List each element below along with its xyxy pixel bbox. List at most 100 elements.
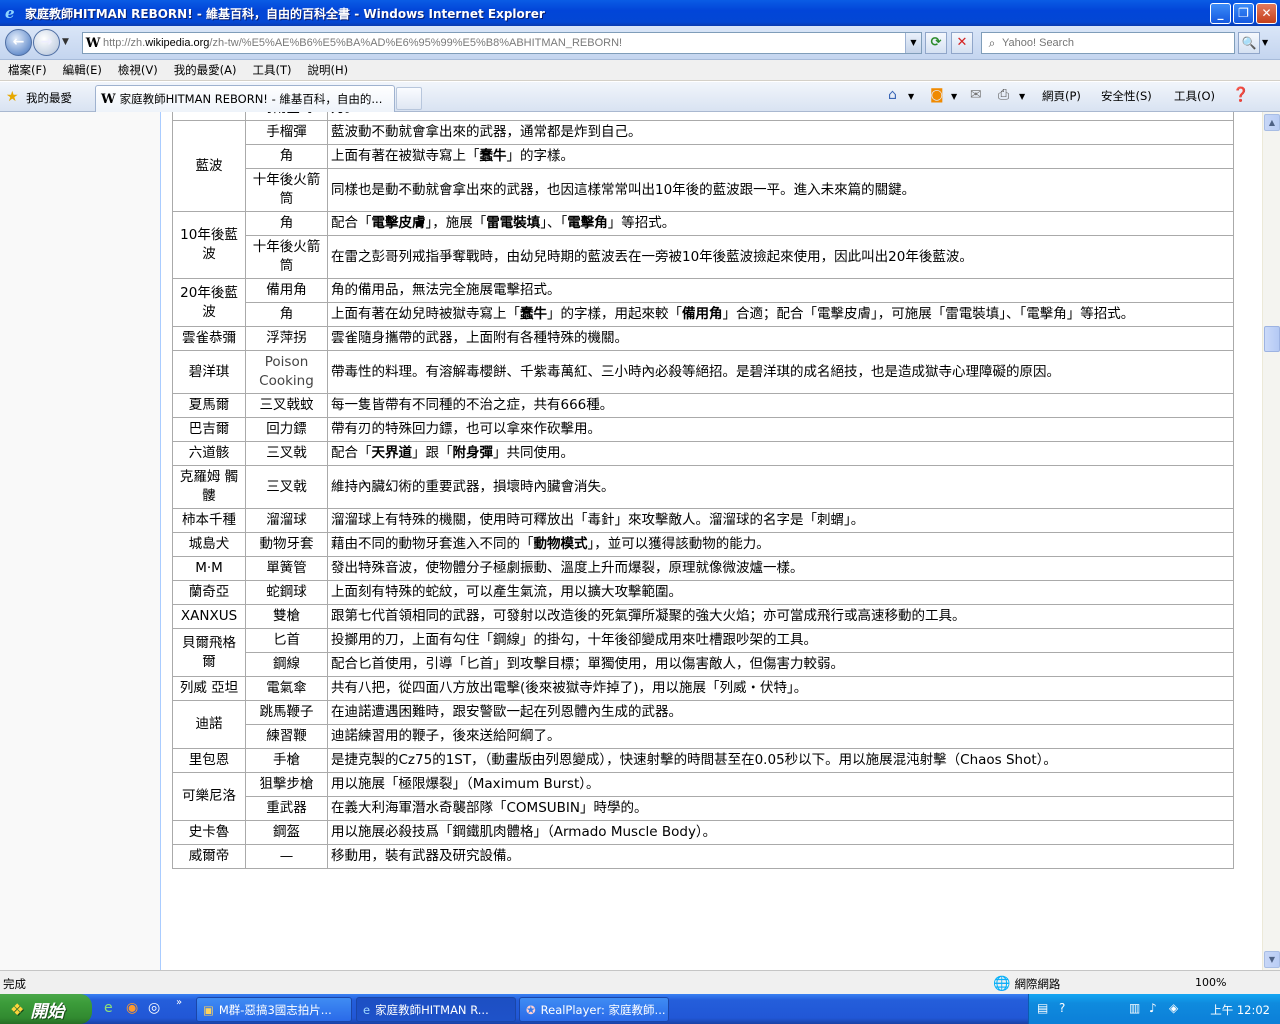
description-cell: 共有八把，從四面八方放出電擊(後來被獄寺炸掉了)，用以施展「列威・伏特」。 — [327, 676, 1234, 701]
desc-text: 」，施展「 — [425, 215, 487, 231]
character-cell: 柿本千種 — [172, 508, 246, 533]
description-cell: 上面刻有特殊的蛇紋，可以產生氣流，用以擴大攻擊範圍。 — [327, 580, 1234, 605]
menu-file[interactable]: 檔案(F) — [0, 62, 55, 78]
address-bar[interactable]: W http://zh.wikipedia.org/zh-tw/%E5%AE%B… — [82, 32, 922, 54]
search-options-icon[interactable]: ▼ — [1262, 38, 1268, 47]
menu-tools[interactable]: 工具(T) — [245, 62, 300, 78]
weapon-cell: 十年後火箭筒 — [245, 168, 328, 212]
menu-help[interactable]: 說明(H) — [300, 62, 357, 78]
scroll-up-button[interactable]: ▲ — [1264, 114, 1280, 131]
print-dropdown-icon[interactable]: ▼ — [1019, 92, 1025, 101]
taskbar-task-1[interactable]: ▣ M群-惡搞3國志拍片... — [196, 997, 352, 1022]
status-text: 完成 — [3, 977, 26, 991]
description-cell: 用以施展「極限爆裂」（Maximum Burst）。 — [327, 772, 1234, 797]
back-button[interactable]: ← — [5, 29, 32, 56]
desc-text: 」、「 — [540, 215, 568, 231]
close-button[interactable]: ✕ — [1256, 3, 1277, 24]
description-cell: 帶有刃的特殊回力鏢，也可以拿來作砍擊用。 — [327, 417, 1234, 442]
taskbar-task-2[interactable]: e 家庭教師HITMAN R... — [356, 997, 516, 1022]
vertical-scrollbar[interactable]: ▲ ▼ — [1262, 112, 1280, 970]
description-cell: 藍波動不動就會拿出來的武器，通常都是炸到自己。 — [327, 120, 1234, 145]
desc-text: 藉由不同的動物牙套進入不同的「 — [331, 536, 534, 552]
weapon-cell: 角 — [245, 211, 328, 236]
new-tab-button[interactable] — [396, 87, 422, 110]
description-cell: 投擲用的刀，上面有勾住「鋼線」的掛勾，十年後卻變成用來吐槽跟吵架的工具。 — [327, 628, 1234, 653]
scroll-thumb[interactable] — [1264, 326, 1280, 352]
home-dropdown-icon[interactable]: ▼ — [908, 92, 914, 101]
maximize-button[interactable]: ❐ — [1233, 3, 1254, 24]
weapon-cell: 角 — [245, 144, 328, 169]
table-row: 十年後火箭筒 在雷之彭哥列戒指爭奪戰時，由幼兒時期的藍波丟在一旁被10年後藍波撿起… — [173, 235, 1234, 279]
refresh-button[interactable]: ⟳ — [925, 32, 947, 54]
volume-tray-icon[interactable]: ♪ — [1149, 1001, 1157, 1015]
table-row: 鋼線 配合匕首使用，引導「匕首」到攻擊目標；單獨使用，用以傷害敵人，但傷害力較弱。 — [173, 652, 1234, 677]
security-zone[interactable]: 🌐 網際網路 — [993, 974, 1060, 993]
favorites-center-button[interactable]: 我的最愛 — [26, 90, 72, 106]
help-tray-icon[interactable]: ? — [1059, 1001, 1065, 1015]
scroll-down-button[interactable]: ▼ — [1264, 951, 1280, 968]
address-dropdown-icon[interactable]: ▼ — [905, 33, 921, 53]
search-button[interactable]: 🔍 — [1238, 32, 1260, 54]
safety-menu-button[interactable]: 安全性(S) — [1101, 88, 1152, 104]
search-input[interactable] — [1002, 37, 1222, 49]
wikipedia-favicon-icon: W — [85, 35, 101, 51]
feeds-icon[interactable]: ◙ — [930, 87, 944, 103]
address-toolbar: ← → ▼ W http://zh.wikipedia.org/zh-tw/%E… — [0, 26, 1280, 60]
weapon-cell: 手槍 — [245, 748, 328, 773]
quicklaunch-media-icon[interactable]: ◎ — [148, 1000, 160, 1016]
weapon-cell: — — [245, 844, 328, 869]
description-cell: 用以施展必殺技爲「鋼鐵肌肉體格」（Armado Muscle Body）。 — [327, 820, 1234, 845]
description-cell: 帶毒性的料理。有溶解毒櫻餅、千紫毒萬紅、三小時內必殺等絕招。是碧洋琪的成名絕技，… — [327, 350, 1234, 394]
zoom-level[interactable]: 100% — [1195, 976, 1226, 989]
page-viewport[interactable]: 時雨金時刀。藍波手榴彈藍波動不動就會拿出來的武器，通常都是炸到自己。角上面有著在… — [0, 112, 1262, 970]
desc-text: 配合「 — [331, 445, 372, 461]
character-cell: 10年後藍波 — [172, 211, 246, 279]
desc-text: 」共同使用。 — [493, 445, 574, 461]
character-cell: 威爾帝 — [172, 844, 246, 869]
weapon-cell: 手榴彈 — [245, 120, 328, 145]
favorites-star-icon[interactable]: ★ — [6, 89, 19, 105]
table-row: 十年後火箭筒 同樣也是動不動就會拿出來的武器，也因這樣常常叫出10年後的藍波跟一平… — [173, 168, 1234, 212]
bold-term: 蠢牛 — [520, 306, 547, 322]
table-row: 蘭奇亞 蛇鋼球 上面刻有特殊的蛇紋，可以產生氣流，用以擴大攻擊範圍。 — [172, 580, 1234, 605]
table-row: M·M 單簧管 發出特殊音波，使物體分子極劇振動、溫度上升而爆裂，原理就像微波爐一樣… — [172, 556, 1234, 581]
menu-favorites[interactable]: 我的最愛(A) — [166, 62, 245, 78]
bold-term: 天界道 — [371, 445, 413, 461]
weapon-cell: 三叉戟 — [245, 441, 328, 466]
desc-text: 」合適；配合「電擊皮膚」，可施展「雷電裝填」、「電擊角」等招式。 — [722, 306, 1135, 322]
description-cell: 跟第七代首領相同的武器，可發射以改造後的死氣彈所凝聚的強大火焰；亦可當成飛行或高… — [327, 604, 1234, 629]
description-cell: 上面有著在幼兒時被獄寺寫上「蠢牛」的字樣，用起來較「備用角」合適；配合「電擊皮膚… — [327, 302, 1234, 327]
character-cell: 克羅姆 髑髏 — [172, 465, 246, 509]
help-icon[interactable]: ❓ — [1232, 87, 1249, 103]
quicklaunch-firefox-icon[interactable]: ◉ — [126, 1000, 138, 1016]
shield-tray-icon[interactable]: ◈ — [1169, 1001, 1178, 1015]
table-row: 柿本千種 溜溜球 溜溜球上有特殊的機關，使用時可釋放出「毒針」來攻擊敵人。溜溜球的名… — [172, 508, 1234, 533]
feeds-dropdown-icon[interactable]: ▼ — [951, 92, 957, 101]
tools-menu-button[interactable]: 工具(O) — [1174, 88, 1215, 104]
address-url[interactable]: http://zh.wikipedia.org/zh-tw/%E5%AE%B6%… — [103, 37, 622, 49]
stop-button[interactable]: ✕ — [951, 32, 973, 54]
tab-active[interactable]: W 家庭教師HITMAN REBORN! - 維基百科，自由的... — [95, 85, 395, 112]
character-cell: 夏馬爾 — [172, 393, 246, 418]
mail-icon[interactable]: ✉ — [970, 87, 982, 103]
menu-view[interactable]: 檢視(V) — [110, 62, 166, 78]
menu-edit[interactable]: 編輯(E) — [55, 62, 110, 78]
minimize-button[interactable]: _ — [1210, 3, 1231, 24]
taskbar-task-3[interactable]: ✪ RealPlayer: 家庭教師... — [519, 997, 669, 1022]
quicklaunch-ie-icon[interactable]: e — [104, 1000, 113, 1016]
description-cell: 是捷克製的Cz75的1ST，（動畫版由列恩變成），快速射擊的時間甚至在0.05秒… — [327, 748, 1234, 773]
print-icon[interactable]: ⎙ — [998, 87, 1009, 103]
forward-button[interactable]: → — [33, 29, 60, 56]
start-button[interactable]: ❖ 開始 — [0, 994, 92, 1024]
language-icon[interactable]: ▤ — [1037, 1001, 1048, 1015]
bold-term: 電擊角 — [567, 215, 608, 231]
home-icon[interactable]: ⌂ — [888, 87, 897, 103]
quicklaunch-expand-icon[interactable]: » — [176, 997, 182, 1008]
history-dropdown-icon[interactable]: ▼ — [62, 37, 69, 47]
table-row: 雲雀恭彌 浮萍拐 雲雀隨身攜帶的武器，上面附有各種特殊的機關。 — [172, 326, 1234, 351]
network-tray-icon[interactable]: ▥ — [1129, 1001, 1140, 1015]
character-cell: 碧洋琪 — [172, 350, 246, 394]
window-titlebar[interactable]: e 家庭教師HITMAN REBORN! - 維基百科，自由的百科全書 - Wi… — [0, 0, 1280, 26]
page-menu-button[interactable]: 網頁(P) — [1042, 88, 1081, 104]
search-box[interactable]: ⌕ — [981, 32, 1235, 54]
